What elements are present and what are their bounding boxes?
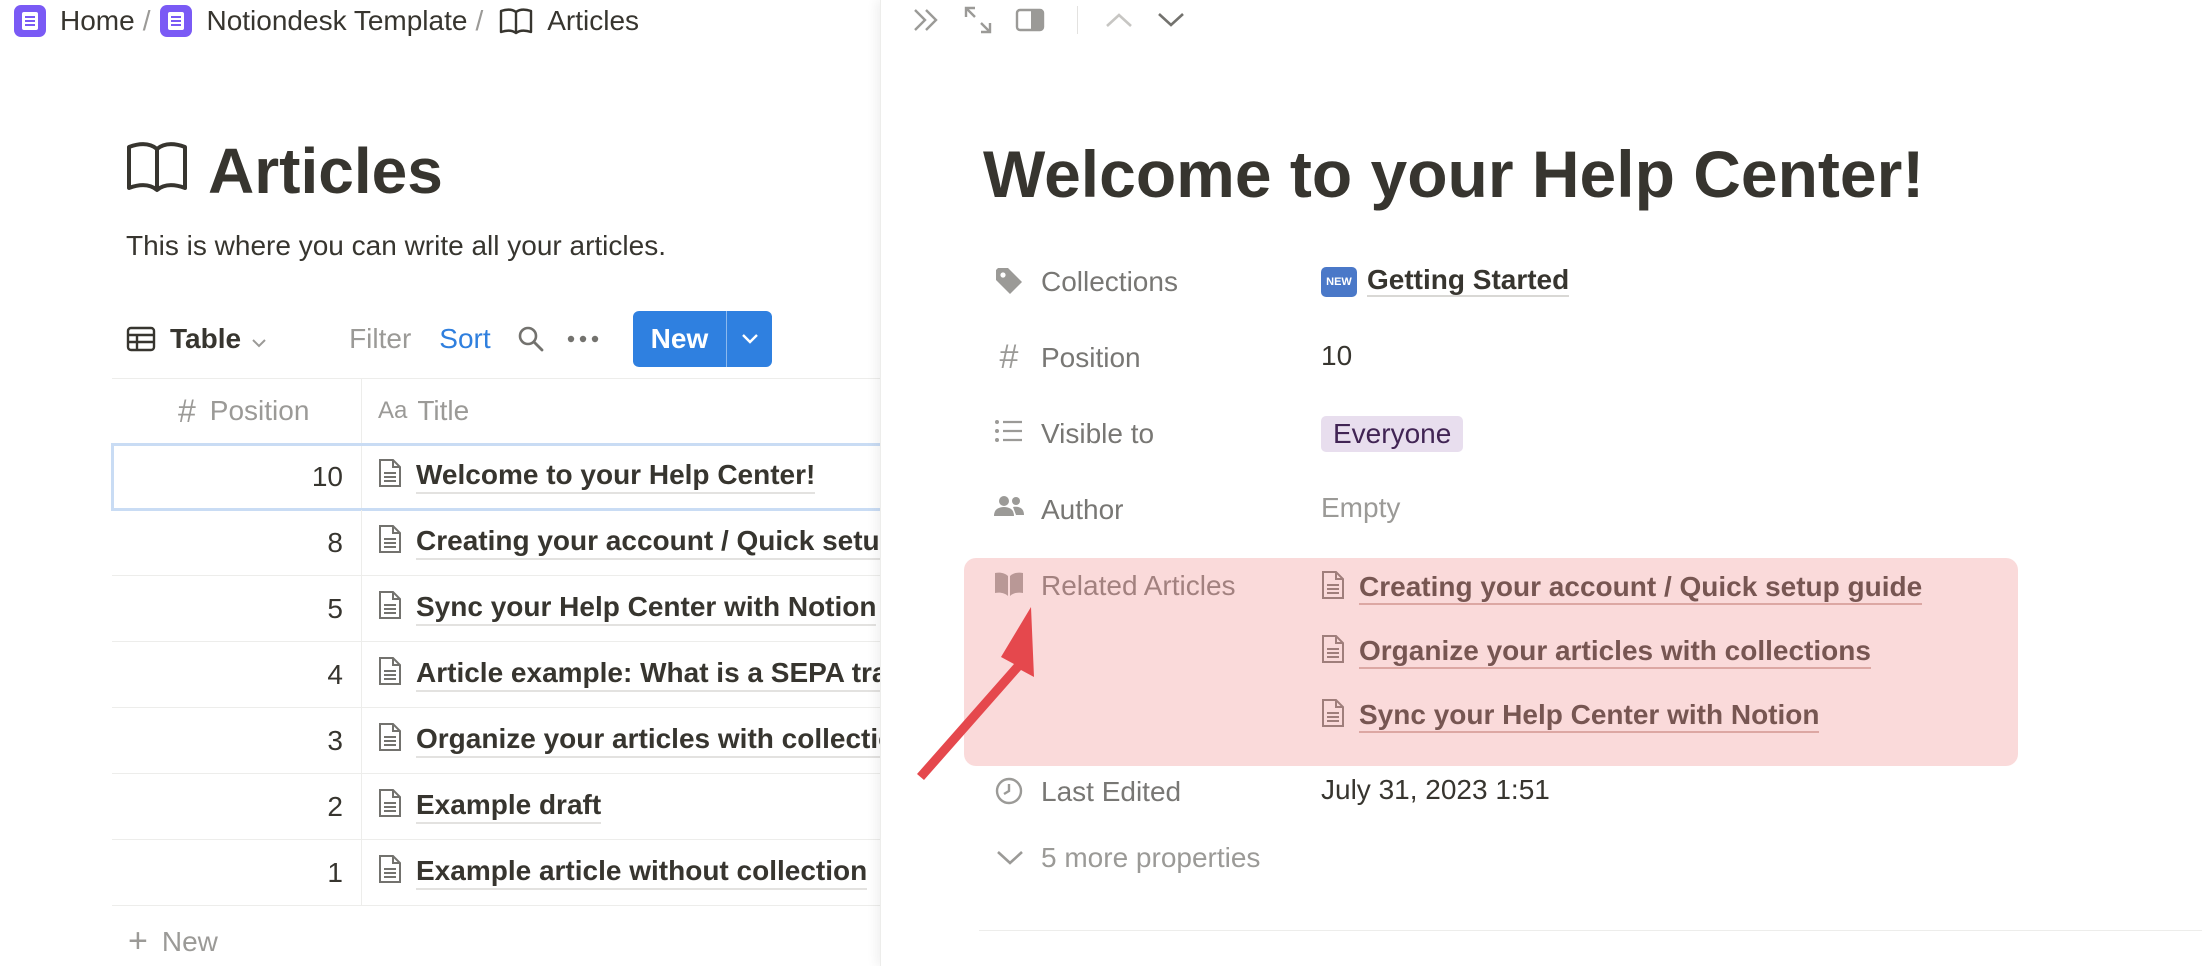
text-property-icon: Aa [378,397,408,424]
cell-title[interactable]: Example article without collection [362,840,880,905]
property-label[interactable]: Last Edited [991,762,1321,838]
property-label[interactable]: Collections [991,252,1321,328]
more-options-icon[interactable] [567,335,599,343]
document-icon [378,458,402,495]
table-icon [126,326,156,352]
cell-position[interactable]: 4 [112,642,362,707]
peek-toolbar [911,2,1208,38]
property-position: # Position 10 [991,328,2091,404]
property-value: July 31, 2023 1:51 [1321,774,1550,805]
table-row[interactable]: 8 Creating your account / Quick setup gu… [112,510,880,576]
add-new-row-button[interactable]: + New [128,922,218,961]
side-peek-mode-icon[interactable] [1015,8,1045,32]
property-visible-to: Visible to Everyone [991,404,2091,480]
breadcrumb-separator: / [142,5,151,36]
expand-icon[interactable] [963,5,993,35]
new-record-button-group: New [632,311,773,367]
cell-title[interactable]: Example draft [362,774,880,839]
property-value[interactable]: NEW Getting Started [1321,252,2091,328]
table-header-row: # Position Aa Title [112,378,880,444]
filter-button[interactable]: Filter [349,323,411,355]
table-row[interactable]: 2 Example draft [112,774,880,840]
plus-icon: + [128,922,148,960]
cell-title[interactable]: Organize your articles with collections [362,708,880,773]
column-header-title[interactable]: Aa Title [362,379,880,443]
database-toolbar: Table Filter Sort New [126,310,880,368]
table-row[interactable]: 1 Example article without collection [112,840,880,906]
search-icon[interactable] [517,325,545,353]
open-book-icon [499,7,533,35]
page-description: This is where you can write all your art… [126,230,666,261]
document-icon [378,656,402,693]
chevron-down-icon [251,323,281,355]
breadcrumb-articles[interactable]: Articles [493,5,639,37]
database-pane: Home / Notiondesk Template / Articles Ar… [0,0,880,966]
view-tab-table[interactable]: Table [126,323,281,355]
sort-button[interactable]: Sort [439,323,490,355]
breadcrumb-notiondesk-template[interactable]: Notiondesk Template [160,5,467,37]
notiondesk-icon [14,5,46,37]
cell-position[interactable]: 5 [112,576,362,641]
list-icon [991,418,1027,444]
document-title[interactable]: Welcome to your Help Center! [983,136,1924,212]
clock-icon [991,776,1027,806]
document-icon [378,788,402,825]
document-icon [378,722,402,759]
table-row[interactable]: 10 Welcome to your Help Center! [111,443,880,511]
breadcrumb-home[interactable]: Home [14,5,135,37]
cell-position[interactable]: 10 [112,444,362,509]
property-label[interactable]: Visible to [991,404,1321,480]
column-header-position[interactable]: # Position [112,379,362,443]
property-author: Author Empty [991,480,2091,556]
table-row[interactable]: 4 Article example: What is a SEPA transf… [112,642,880,708]
property-label[interactable]: # Position [991,328,1321,404]
chevron-up-icon[interactable] [1104,11,1134,29]
property-label[interactable]: Author [991,480,1321,556]
property-value[interactable]: 10 [1321,328,2091,404]
notiondesk-icon [160,5,193,37]
table-row[interactable]: 5 Sync your Help Center with Notion [112,576,880,642]
property-value[interactable]: Empty [1321,480,2091,556]
property-last-edited: Last Edited July 31, 2023 1:51 [991,762,2091,838]
cell-title[interactable]: Creating your account / Quick setup guid… [362,510,880,575]
tag-icon [991,266,1027,296]
page-title: Articles [208,135,443,207]
breadcrumb-separator: / [475,5,484,36]
cell-position[interactable]: 3 [112,708,362,773]
property-value[interactable]: Everyone [1321,404,2091,480]
more-properties-toggle[interactable]: 5 more properties [995,842,1260,874]
document-icon [378,854,402,891]
cell-title[interactable]: Article example: What is a SEPA transfer… [362,642,880,707]
chevron-down-icon [995,849,1025,867]
highlight-box [964,558,2018,766]
cell-title[interactable]: Sync your Help Center with Notion [362,576,880,641]
people-icon [991,494,1027,518]
close-peek-icon[interactable] [911,7,941,33]
breadcrumb: Home / Notiondesk Template / Articles [14,0,639,42]
document-icon [378,524,402,561]
new-record-dropdown[interactable] [726,311,772,367]
section-divider [979,930,2202,931]
open-book-icon[interactable] [126,140,188,199]
chevron-down-icon [741,334,758,344]
select-tag[interactable]: Everyone [1321,416,1464,452]
cell-position[interactable]: 1 [112,840,362,905]
cell-title[interactable]: Welcome to your Help Center! [362,444,880,509]
chevron-down-icon[interactable] [1156,11,1186,29]
toolbar-divider [1077,6,1078,34]
cell-position[interactable]: 8 [112,510,362,575]
table-row[interactable]: 3 Organize your articles with collection… [112,708,880,774]
articles-table: # Position Aa Title 10 Welcome to your H… [111,378,880,906]
cell-position[interactable]: 2 [112,774,362,839]
new-badge-icon: NEW [1321,266,1357,297]
document-icon [378,590,402,627]
property-collections: Collections NEW Getting Started [991,252,2091,328]
number-property-icon: # [178,392,196,429]
side-peek-pane: Welcome to your Help Center! Collections… [880,0,2202,966]
new-record-button[interactable]: New [633,311,727,367]
number-property-icon: # [999,338,1019,376]
